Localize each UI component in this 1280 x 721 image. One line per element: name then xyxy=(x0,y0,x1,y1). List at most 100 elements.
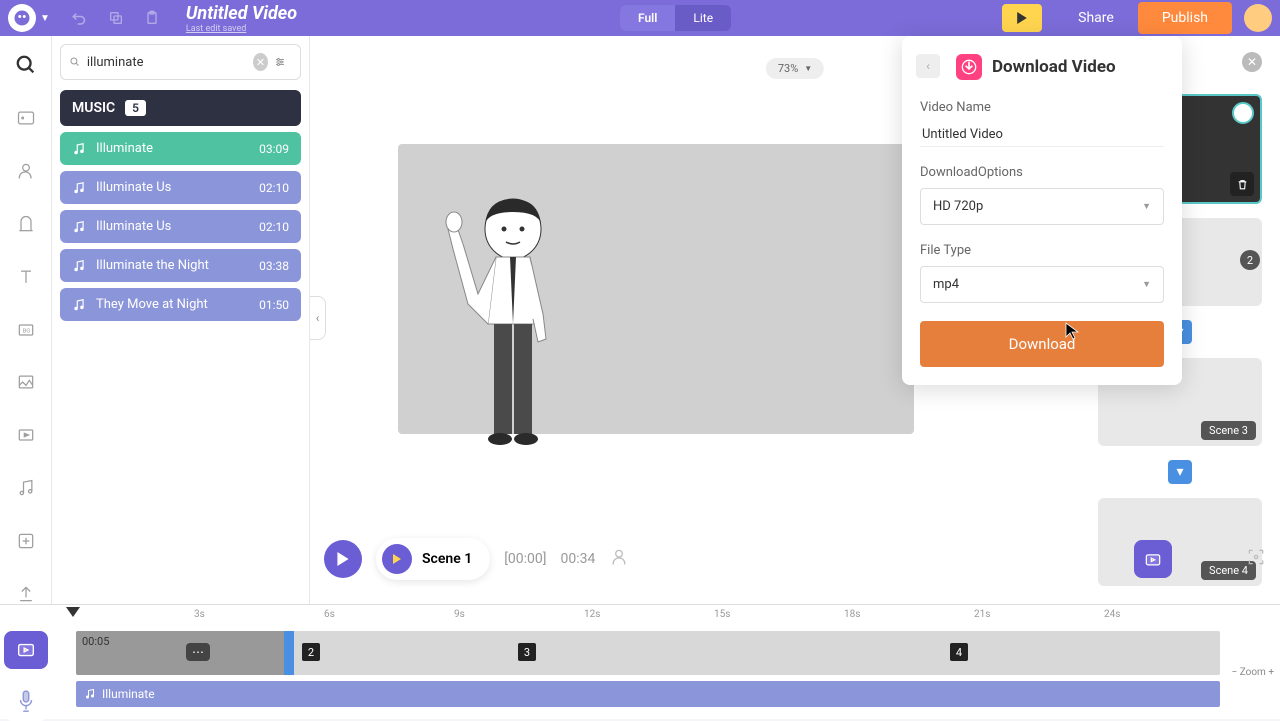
video-name-label: Video Name xyxy=(920,100,1164,115)
camera-button[interactable] xyxy=(1134,540,1172,578)
ruler-tick: 21s xyxy=(974,609,990,620)
music-note-icon xyxy=(72,142,86,156)
zoom-minus[interactable]: − xyxy=(1232,667,1238,678)
svg-text:BG: BG xyxy=(22,328,30,334)
ruler-tick: 9s xyxy=(454,609,465,620)
scene-badge: Scene 3 xyxy=(1201,421,1256,440)
track-name: They Move at Night xyxy=(96,297,259,312)
filter-icon[interactable] xyxy=(274,55,286,69)
segment-marker[interactable]: 2 xyxy=(302,643,320,661)
image-icon[interactable] xyxy=(14,372,38,393)
library-panel: ✕ MUSIC 5 Illuminate03:09 Illuminate Us02… xyxy=(52,36,310,604)
user-avatar[interactable] xyxy=(1244,4,1272,32)
zoom-label: Zoom xyxy=(1240,667,1266,678)
copy-icon[interactable] xyxy=(98,4,134,32)
segment-marker[interactable]: 3 xyxy=(518,643,536,661)
search-icon[interactable] xyxy=(14,54,38,76)
video-track[interactable]: 00:05 ⋯ 2 3 4 xyxy=(76,631,1220,675)
background-icon[interactable]: BG xyxy=(14,319,38,340)
music-icon[interactable] xyxy=(14,478,38,499)
character[interactable] xyxy=(438,194,568,484)
apps-icon[interactable] xyxy=(14,530,38,551)
music-track[interactable]: Illuminate Us02:10 xyxy=(60,171,301,204)
download-logo-icon xyxy=(956,54,982,80)
audio-track[interactable]: Illuminate xyxy=(76,681,1220,707)
video-track-icon[interactable] xyxy=(4,631,48,669)
ruler[interactable]: 3s6s9s12s15s18s21s24s xyxy=(64,609,1220,625)
ruler-tick: 12s xyxy=(584,609,600,620)
search-box: ✕ xyxy=(60,44,301,80)
share-button[interactable]: Share xyxy=(1054,2,1138,34)
chevron-down-icon: ▼ xyxy=(804,64,812,73)
stage[interactable] xyxy=(398,144,914,434)
music-track[interactable]: Illuminate the Night03:38 xyxy=(60,249,301,282)
video-icon[interactable] xyxy=(14,425,38,446)
scenes-icon[interactable] xyxy=(14,108,38,129)
close-panel-icon[interactable]: ✕ xyxy=(1242,52,1262,72)
zoom-plus[interactable]: + xyxy=(1268,667,1274,678)
mode-toggle: Full Lite xyxy=(620,5,731,31)
mode-lite[interactable]: Lite xyxy=(675,5,731,31)
ruler-tick: 3s xyxy=(194,609,205,620)
zoom-value: 73% xyxy=(778,62,798,75)
download-options-label: DownloadOptions xyxy=(920,165,1164,180)
download-title: Download Video xyxy=(992,57,1116,77)
top-bar: ▼ Untitled Video Last edit saved Full Li… xyxy=(0,0,1280,36)
track-duration: 02:10 xyxy=(259,220,289,234)
upload-icon[interactable] xyxy=(14,583,38,604)
music-track[interactable]: They Move at Night01:50 xyxy=(60,288,301,321)
title-block: Untitled Video Last edit saved xyxy=(186,3,297,34)
back-icon[interactable]: ‹ xyxy=(916,54,940,78)
filetype-label: File Type xyxy=(920,243,1164,258)
mic-track-icon[interactable] xyxy=(4,683,48,721)
play-scene-button[interactable] xyxy=(382,544,412,574)
filetype-select[interactable]: mp4 ▼ xyxy=(920,266,1164,303)
music-track[interactable]: Illuminate Us02:10 xyxy=(60,210,301,243)
segment-handle[interactable] xyxy=(284,631,294,675)
play-all-button[interactable] xyxy=(324,540,362,578)
undo-icon[interactable] xyxy=(62,4,98,32)
preview-button[interactable] xyxy=(1002,4,1042,32)
music-track[interactable]: Illuminate03:09 xyxy=(60,132,301,165)
chevron-down-icon: ▼ xyxy=(1142,279,1151,290)
publish-button[interactable]: Publish xyxy=(1138,2,1232,34)
chevron-down-icon: ▼ xyxy=(1142,201,1151,212)
zoom-indicator[interactable]: 73% ▼ xyxy=(766,58,824,79)
paste-icon[interactable] xyxy=(134,4,170,32)
video-clip-1[interactable]: 00:05 ⋯ xyxy=(76,631,294,675)
clip-menu-icon[interactable]: ⋯ xyxy=(186,643,210,661)
download-panel: ‹ Download Video Video Name Untitled Vid… xyxy=(902,36,1182,385)
app-logo[interactable] xyxy=(8,4,36,32)
music-note-icon xyxy=(72,298,86,312)
audio-clip-name: Illuminate xyxy=(102,687,155,701)
text-icon[interactable] xyxy=(14,266,38,287)
download-button[interactable]: Download xyxy=(920,321,1164,367)
clear-search-icon[interactable]: ✕ xyxy=(253,53,268,71)
time-total: 00:34 xyxy=(561,551,596,567)
video-name-input[interactable]: Untitled Video xyxy=(920,123,1164,147)
ruler-tick: 6s xyxy=(324,609,335,620)
collapse-panel-icon[interactable]: ‹ xyxy=(310,296,326,340)
track-name: Illuminate the Night xyxy=(96,258,259,273)
logo-dropdown-icon[interactable]: ▼ xyxy=(40,13,50,24)
save-status: Last edit saved xyxy=(186,24,297,34)
music-note-icon xyxy=(84,688,96,700)
video-title[interactable]: Untitled Video xyxy=(186,3,297,24)
add-scene-button[interactable]: ▾ xyxy=(1168,460,1192,484)
music-header[interactable]: MUSIC 5 xyxy=(60,90,301,126)
voiceover-icon[interactable] xyxy=(609,547,629,571)
search-input[interactable] xyxy=(87,55,253,70)
quality-select[interactable]: HD 720p ▼ xyxy=(920,188,1164,225)
music-header-label: MUSIC xyxy=(72,100,115,116)
music-count: 5 xyxy=(125,100,146,116)
characters-icon[interactable] xyxy=(14,161,38,182)
ruler-tick: 24s xyxy=(1104,609,1120,620)
track-name: Illuminate Us xyxy=(96,219,259,234)
playback-row: Scene 1 [00:00] 00:34 xyxy=(324,538,1266,580)
cursor-icon xyxy=(1065,322,1079,340)
props-icon[interactable] xyxy=(14,214,38,235)
segment-marker[interactable]: 4 xyxy=(950,643,968,661)
focus-icon[interactable] xyxy=(1246,547,1266,571)
mode-full[interactable]: Full xyxy=(620,5,675,31)
delete-scene-icon[interactable] xyxy=(1230,172,1254,196)
